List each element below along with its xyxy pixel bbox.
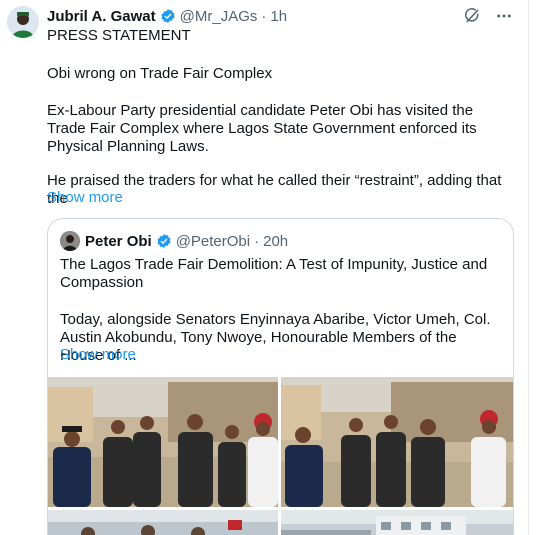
verified-badge-icon bbox=[160, 8, 176, 24]
show-more-link[interactable]: Show more bbox=[47, 189, 123, 206]
quoted-tweet-header: Peter Obi @PeterObi · 20h bbox=[85, 231, 288, 251]
tweet-paragraph: Ex-Labour Party presidential candidate P… bbox=[47, 102, 477, 155]
more-icon[interactable] bbox=[494, 6, 514, 26]
separator-dot: · bbox=[254, 232, 260, 250]
quoted-author-avatar[interactable] bbox=[60, 231, 80, 251]
tweet-header: Jubril A. Gawat @Mr_JAGs · 1h bbox=[47, 6, 514, 26]
tweet-paragraph: PRESS STATEMENT bbox=[47, 27, 191, 44]
media-photo[interactable] bbox=[48, 510, 278, 535]
media-grid bbox=[48, 377, 513, 535]
quoted-paragraph: The Lagos Trade Fair Demolition: A Test … bbox=[60, 256, 488, 291]
tweet-paragraph: Obi wrong on Trade Fair Complex bbox=[47, 65, 273, 82]
separator-dot: · bbox=[261, 7, 267, 25]
tweet-timestamp[interactable]: 1h bbox=[270, 8, 287, 25]
quoted-tweet-timestamp[interactable]: 20h bbox=[263, 233, 288, 250]
media-photo[interactable] bbox=[281, 510, 513, 535]
author-handle[interactable]: @Mr_JAGs bbox=[180, 8, 258, 25]
tweet-header-actions bbox=[462, 6, 514, 26]
quoted-author-handle[interactable]: @PeterObi bbox=[176, 233, 250, 250]
media-photo[interactable] bbox=[48, 377, 278, 507]
author-avatar[interactable] bbox=[7, 6, 39, 38]
author-name[interactable]: Jubril A. Gawat bbox=[47, 8, 156, 25]
media-photo[interactable] bbox=[281, 377, 513, 507]
verified-badge-icon bbox=[156, 233, 172, 249]
quoted-tweet[interactable]: Peter Obi @PeterObi · 20h The Lagos Trad… bbox=[47, 218, 514, 535]
tweet[interactable]: Jubril A. Gawat @Mr_JAGs · 1h PRESS STAT… bbox=[0, 0, 529, 535]
quoted-author-name[interactable]: Peter Obi bbox=[85, 233, 152, 250]
grok-icon[interactable] bbox=[462, 6, 482, 26]
quoted-show-more-link[interactable]: Show more bbox=[60, 346, 136, 363]
